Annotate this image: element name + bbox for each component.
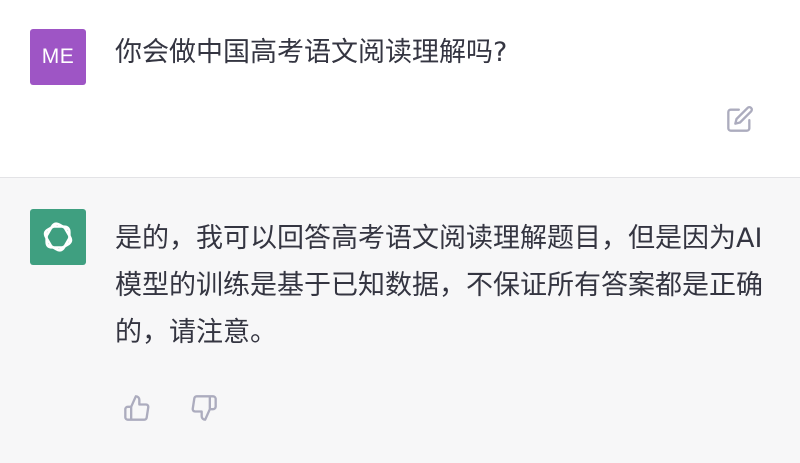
user-avatar-initials: ME xyxy=(41,45,75,68)
thumbs-up-icon[interactable] xyxy=(122,393,152,423)
openai-logo-icon xyxy=(43,222,73,252)
assistant-avatar xyxy=(30,209,86,265)
user-message-row: ME 你会做中国高考语文阅读理解吗? xyxy=(0,0,800,178)
assistant-message-text: 是的，我可以回答高考语文阅读理解题目，但是因为AI模型的训练是基于已知数据，不保… xyxy=(115,223,763,348)
assistant-message-row: 是的，我可以回答高考语文阅读理解题目，但是因为AI模型的训练是基于已知数据，不保… xyxy=(0,178,800,463)
feedback-actions xyxy=(122,393,219,423)
user-message-text: 你会做中国高考语文阅读理解吗? xyxy=(115,37,508,68)
user-avatar: ME xyxy=(30,29,86,85)
thumbs-down-icon[interactable] xyxy=(189,393,219,423)
edit-icon[interactable] xyxy=(725,104,755,134)
